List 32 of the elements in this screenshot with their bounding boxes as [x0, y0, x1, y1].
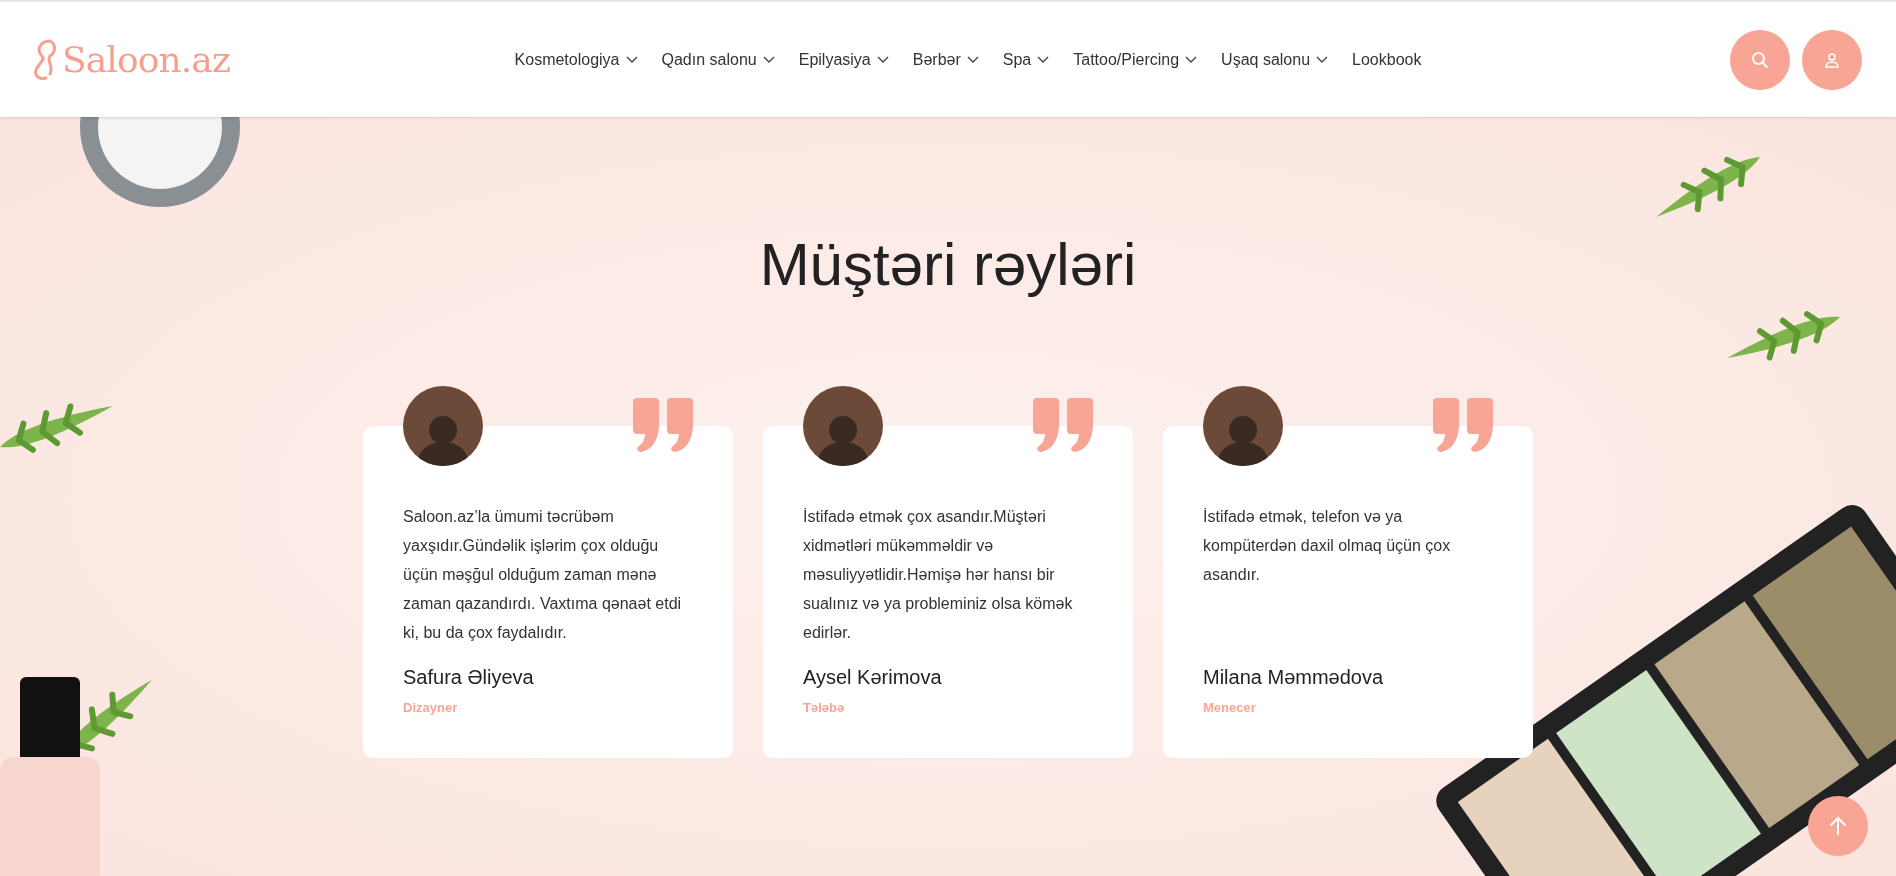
- chevron-down-icon: [1316, 55, 1329, 64]
- reviewer-name: Aysel Kərimova: [803, 665, 943, 690]
- section-title: Müştəri rəyləri: [759, 230, 1137, 300]
- quote-icon: [633, 398, 693, 452]
- nav-link[interactable]: Lookbook: [1352, 47, 1422, 72]
- user-icon: [1824, 51, 1840, 68]
- reviewer-role: Tələbə: [803, 699, 846, 717]
- testimonial-text: İstifadə etmək çox asandır.Müştəri xidmətləri mükəmməldir və məsuliyyətlidir.Həmişə hər hansı bir sualınız və ya probleminiz olsa kömək edirlər.: [803, 507, 1074, 643]
- search-icon: [1751, 50, 1769, 69]
- chevron-down-icon: [876, 55, 889, 64]
- quote-icon: [1433, 398, 1493, 452]
- chevron-down-icon: [966, 55, 979, 64]
- nav-link[interactable]: Uşaq salonu: [1221, 47, 1329, 72]
- testimonial-text: Saloon.az’la ümumi təcrübəm yaxşıdır.Gündəlik işlərim çox olduğu üçün məşğul olduğum zaman mənə zaman qazandırdı. Vaxtıma qənaət etdi ki, bu da çox faydalıdır.: [403, 507, 683, 643]
- reviewer-role: Menecer: [1203, 699, 1257, 717]
- chevron-down-icon: [1185, 55, 1198, 64]
- reviewer-name: Safura Əliyeva: [403, 665, 535, 690]
- quote-icon: [1033, 398, 1093, 452]
- chevron-down-icon: [625, 55, 638, 64]
- reviewer-role: Dizayner: [403, 699, 459, 717]
- testimonial-text: İstifadə etmək, telefon və ya kompüterdən daxil olmaq üçün çox asandır.: [1203, 507, 1452, 585]
- reviewer-name: Milana Məmmədova: [1203, 665, 1385, 690]
- nav-link[interactable]: Qadın salonu: [661, 47, 775, 72]
- chevron-down-icon: [762, 55, 775, 64]
- nav-link[interactable]: Epilyasiya: [798, 47, 889, 72]
- nav-link[interactable]: Kosmetologiya: [514, 47, 638, 72]
- arrow-up-icon: [1829, 816, 1847, 836]
- nav-link[interactable]: Spa: [1002, 47, 1050, 72]
- scroll-to-top-button[interactable]: [1808, 796, 1868, 856]
- chevron-down-icon: [1037, 55, 1050, 64]
- nav-link[interactable]: Tattoo/Piercing: [1073, 47, 1198, 72]
- nav-link[interactable]: Bərbər: [912, 47, 979, 72]
